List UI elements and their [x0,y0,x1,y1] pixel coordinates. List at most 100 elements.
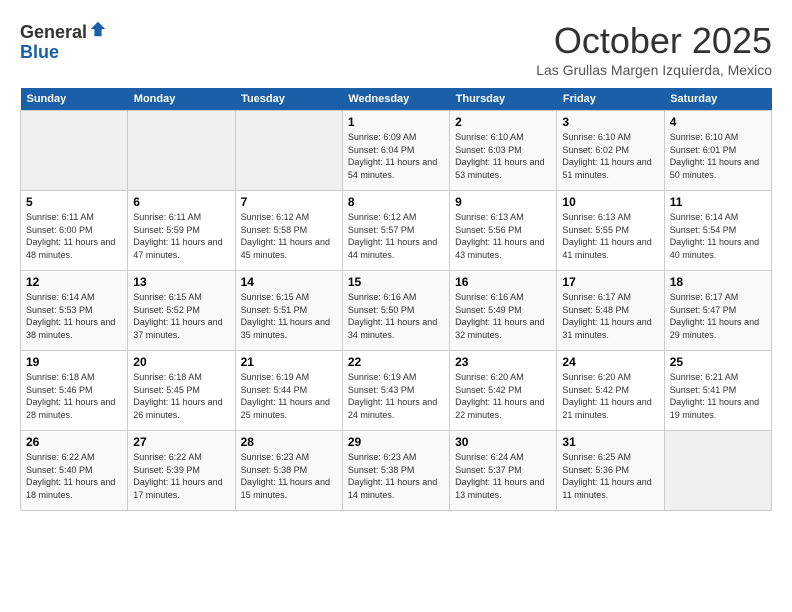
day-number: 12 [26,275,122,289]
day-info: Sunrise: 6:10 AMSunset: 6:03 PMDaylight:… [455,131,551,181]
header-tuesday: Tuesday [235,88,342,111]
day-cell: 9Sunrise: 6:13 AMSunset: 5:56 PMDaylight… [450,191,557,271]
calendar-header: SundayMondayTuesdayWednesdayThursdayFrid… [21,88,772,111]
day-info: Sunrise: 6:12 AMSunset: 5:58 PMDaylight:… [241,211,337,261]
day-number: 1 [348,115,444,129]
day-number: 17 [562,275,658,289]
day-cell: 20 Sunrise: 6:18 AMSunset: 5:45 PMDayligh… [128,351,235,431]
day-number: 10 [562,195,658,209]
day-number: 26 [26,435,122,449]
day-number: 27 [133,435,229,449]
day-number: 19 [26,355,122,369]
day-cell: 17 Sunrise: 6:17 AMSunset: 5:48 PMDayligh… [557,271,664,351]
day-cell [128,111,235,191]
week-row-5: 26 Sunrise: 6:22 AMSunset: 5:40 PMDayligh… [21,431,772,511]
logo: General Blue [20,20,107,63]
day-info: Sunrise: 6:10 AMSunset: 6:01 PMDaylight:… [670,131,766,181]
day-cell: 30 Sunrise: 6:24 AMSunset: 5:37 PMDayligh… [450,431,557,511]
month-title: October 2025 [536,20,772,62]
day-info: Sunrise: 6:17 AMSunset: 5:48 PMDaylight:… [562,291,658,341]
header-thursday: Thursday [450,88,557,111]
day-cell: 31Sunrise: 6:25 AMSunset: 5:36 PMDayligh… [557,431,664,511]
day-cell: 18Sunrise: 6:17 AMSunset: 5:47 PMDayligh… [664,271,771,351]
day-number: 16 [455,275,551,289]
day-info: Sunrise: 6:16 AMSunset: 5:49 PMDaylight:… [455,291,551,341]
logo-icon [89,20,107,38]
day-cell: 3Sunrise: 6:10 AMSunset: 6:02 PMDaylight… [557,111,664,191]
day-info: Sunrise: 6:23 AMSunset: 5:38 PMDaylight:… [241,451,337,501]
day-cell: 14 Sunrise: 6:15 AMSunset: 5:51 PMDayligh… [235,271,342,351]
day-number: 18 [670,275,766,289]
day-cell: 25Sunrise: 6:21 AMSunset: 5:41 PMDayligh… [664,351,771,431]
header-wednesday: Wednesday [342,88,449,111]
day-cell: 19Sunrise: 6:18 AMSunset: 5:46 PMDayligh… [21,351,128,431]
day-number: 7 [241,195,337,209]
day-number: 23 [455,355,551,369]
day-cell: 24 Sunrise: 6:20 AMSunset: 5:42 PMDayligh… [557,351,664,431]
title-block: October 2025 Las Grullas Margen Izquierd… [536,20,772,78]
logo-general: General [20,22,87,42]
day-info: Sunrise: 6:13 AMSunset: 5:55 PMDaylight:… [562,211,658,261]
header-row: SundayMondayTuesdayWednesdayThursdayFrid… [21,88,772,111]
calendar-table: SundayMondayTuesdayWednesdayThursdayFrid… [20,88,772,511]
day-cell: 11 Sunrise: 6:14 AMSunset: 5:54 PMDayligh… [664,191,771,271]
day-number: 11 [670,195,766,209]
day-info: Sunrise: 6:21 AMSunset: 5:41 PMDaylight:… [670,371,766,421]
day-info: Sunrise: 6:22 AMSunset: 5:39 PMDaylight:… [133,451,229,501]
day-info: Sunrise: 6:19 AMSunset: 5:43 PMDaylight:… [348,371,444,421]
day-info: Sunrise: 6:22 AMSunset: 5:40 PMDaylight:… [26,451,122,501]
week-row-2: 5 Sunrise: 6:11 AMSunset: 6:00 PMDaylight… [21,191,772,271]
day-cell: 22 Sunrise: 6:19 AMSunset: 5:43 PMDayligh… [342,351,449,431]
day-cell: 23Sunrise: 6:20 AMSunset: 5:42 PMDayligh… [450,351,557,431]
day-number: 14 [241,275,337,289]
day-number: 22 [348,355,444,369]
day-number: 28 [241,435,337,449]
day-info: Sunrise: 6:11 AMSunset: 6:00 PMDaylight:… [26,211,122,261]
day-info: Sunrise: 6:20 AMSunset: 5:42 PMDaylight:… [562,371,658,421]
calendar-body: 1 Sunrise: 6:09 AMSunset: 6:04 PMDaylight… [21,111,772,511]
day-cell: 27 Sunrise: 6:22 AMSunset: 5:39 PMDayligh… [128,431,235,511]
day-info: Sunrise: 6:11 AMSunset: 5:59 PMDaylight:… [133,211,229,261]
day-info: Sunrise: 6:16 AMSunset: 5:50 PMDaylight:… [348,291,444,341]
day-info: Sunrise: 6:15 AMSunset: 5:51 PMDaylight:… [241,291,337,341]
day-info: Sunrise: 6:23 AMSunset: 5:38 PMDaylight:… [348,451,444,501]
day-number: 21 [241,355,337,369]
day-number: 5 [26,195,122,209]
day-cell: 6 Sunrise: 6:11 AMSunset: 5:59 PMDaylight… [128,191,235,271]
day-info: Sunrise: 6:09 AMSunset: 6:04 PMDaylight:… [348,131,444,181]
day-info: Sunrise: 6:13 AMSunset: 5:56 PMDaylight:… [455,211,551,261]
day-info: Sunrise: 6:18 AMSunset: 5:45 PMDaylight:… [133,371,229,421]
day-cell: 21Sunrise: 6:19 AMSunset: 5:44 PMDayligh… [235,351,342,431]
day-info: Sunrise: 6:14 AMSunset: 5:54 PMDaylight:… [670,211,766,261]
header-sunday: Sunday [21,88,128,111]
day-number: 31 [562,435,658,449]
day-cell: 29 Sunrise: 6:23 AMSunset: 5:38 PMDayligh… [342,431,449,511]
day-cell: 10 Sunrise: 6:13 AMSunset: 5:55 PMDayligh… [557,191,664,271]
week-row-4: 19Sunrise: 6:18 AMSunset: 5:46 PMDayligh… [21,351,772,431]
header-saturday: Saturday [664,88,771,111]
day-info: Sunrise: 6:12 AMSunset: 5:57 PMDaylight:… [348,211,444,261]
day-cell: 2 Sunrise: 6:10 AMSunset: 6:03 PMDaylight… [450,111,557,191]
day-cell [664,431,771,511]
week-row-1: 1 Sunrise: 6:09 AMSunset: 6:04 PMDaylight… [21,111,772,191]
day-number: 29 [348,435,444,449]
day-cell [21,111,128,191]
logo-blue: Blue [20,42,59,62]
day-info: Sunrise: 6:24 AMSunset: 5:37 PMDaylight:… [455,451,551,501]
day-cell: 16 Sunrise: 6:16 AMSunset: 5:49 PMDayligh… [450,271,557,351]
day-number: 24 [562,355,658,369]
day-number: 20 [133,355,229,369]
day-info: Sunrise: 6:14 AMSunset: 5:53 PMDaylight:… [26,291,122,341]
day-number: 6 [133,195,229,209]
header-friday: Friday [557,88,664,111]
day-number: 13 [133,275,229,289]
day-number: 2 [455,115,551,129]
day-number: 30 [455,435,551,449]
day-cell: 15 Sunrise: 6:16 AMSunset: 5:50 PMDayligh… [342,271,449,351]
day-cell: 5 Sunrise: 6:11 AMSunset: 6:00 PMDaylight… [21,191,128,271]
day-number: 15 [348,275,444,289]
page-header: General Blue October 2025 Las Grullas Ma… [20,20,772,78]
day-cell [235,111,342,191]
logo-text: General Blue [20,20,107,63]
day-cell: 1 Sunrise: 6:09 AMSunset: 6:04 PMDaylight… [342,111,449,191]
